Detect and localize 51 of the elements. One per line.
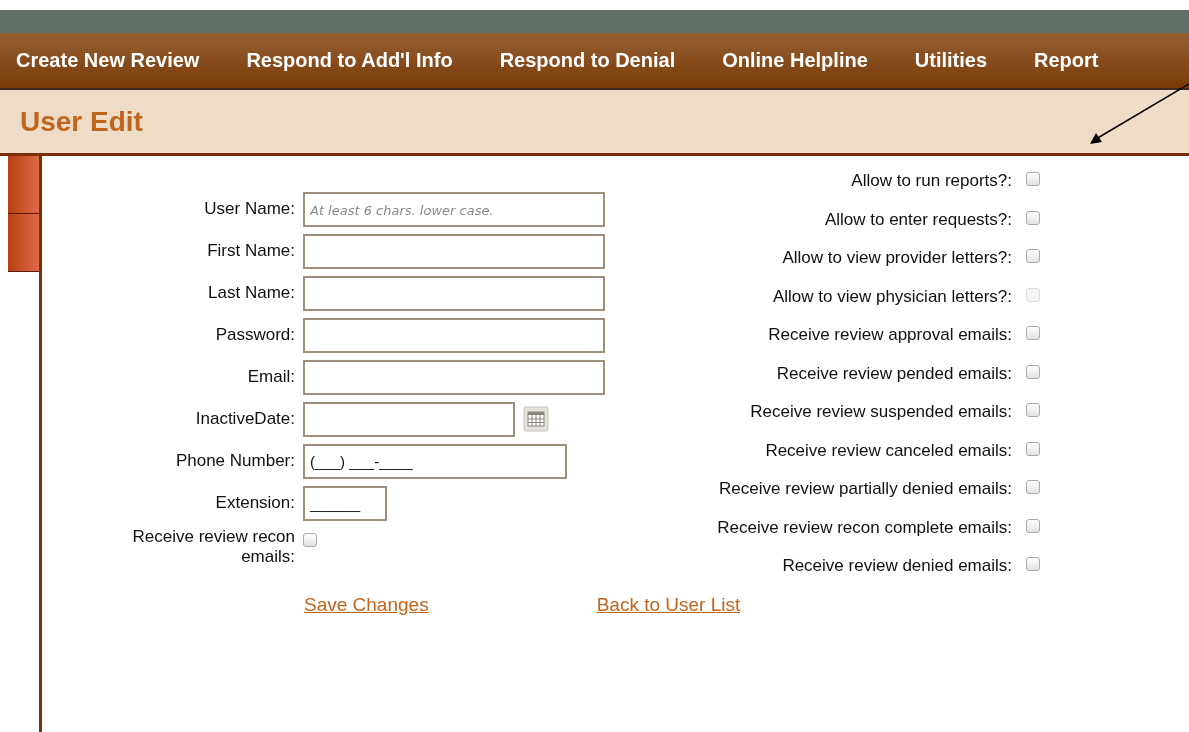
checkbox[interactable] (1026, 557, 1040, 572)
input-field[interactable] (303, 275, 605, 311)
text-link[interactable]: Save Changes (304, 593, 429, 616)
option-label: Receive review recon complete emails: (716, 517, 1012, 538)
option-label: Allow to view provider letters?: (781, 248, 1012, 269)
text-link[interactable]: Back to User List (596, 593, 741, 616)
option-label: Receive review canceled emails: (764, 440, 1012, 461)
nav-item[interactable]: Create New Review (16, 49, 200, 72)
input-field[interactable] (303, 401, 515, 437)
input-field[interactable] (303, 359, 605, 395)
input-field[interactable] (303, 233, 605, 269)
option-label: Allow to enter requests?: (823, 209, 1012, 230)
option-label: Allow to run reports?: (850, 171, 1012, 192)
input-field[interactable]: (___) ___-____ (303, 443, 567, 479)
option-label: Allow to view physician letters?: (771, 286, 1012, 307)
field-label: Extension: (214, 493, 295, 513)
option-label: Receive review suspended emails: (749, 402, 1012, 423)
input-field[interactable]: At least 6 chars. lower case. (303, 191, 605, 227)
calendar-icon[interactable] (523, 406, 549, 432)
option-label: Receive review approval emails: (767, 325, 1012, 346)
nav-item[interactable]: Online Helpline (722, 49, 868, 72)
field-label: User Name: (203, 199, 295, 219)
side-tab[interactable] (8, 214, 39, 272)
checkbox[interactable] (1026, 441, 1040, 456)
field-label: Phone Number: (174, 451, 295, 471)
checkbox[interactable] (303, 533, 317, 547)
field-label: Password: (214, 325, 295, 345)
checkbox[interactable] (1026, 480, 1040, 495)
checkbox[interactable] (1026, 403, 1040, 418)
field-label: Last Name: (207, 283, 295, 303)
side-tab[interactable] (8, 156, 39, 214)
nav-item[interactable]: Respond to Add'l Info (246, 49, 453, 72)
option-label: Receive review partially denied emails: (718, 479, 1012, 500)
nav-item[interactable]: Report (1034, 49, 1099, 72)
checkbox[interactable] (1026, 364, 1040, 379)
checkbox[interactable] (1026, 518, 1040, 533)
field-label: Receive review recon emails: (131, 527, 295, 567)
field-label: Email: (246, 367, 295, 387)
checkbox[interactable] (1026, 249, 1040, 264)
nav-item[interactable]: Respond to Denial (499, 49, 676, 72)
nav-item[interactable]: Utilities (914, 49, 988, 72)
input-field[interactable] (303, 317, 605, 353)
checkbox[interactable] (1026, 326, 1040, 341)
checkbox[interactable] (1026, 172, 1040, 187)
field-label: InactiveDate: (194, 409, 295, 429)
option-label: Receive review denied emails: (781, 556, 1012, 577)
option-label: Receive review pended emails: (775, 363, 1012, 384)
field-label: First Name: (206, 241, 295, 261)
page-title: User Edit (20, 105, 143, 138)
input-field[interactable]: ______ (303, 485, 387, 521)
checkbox[interactable] (1026, 210, 1040, 225)
